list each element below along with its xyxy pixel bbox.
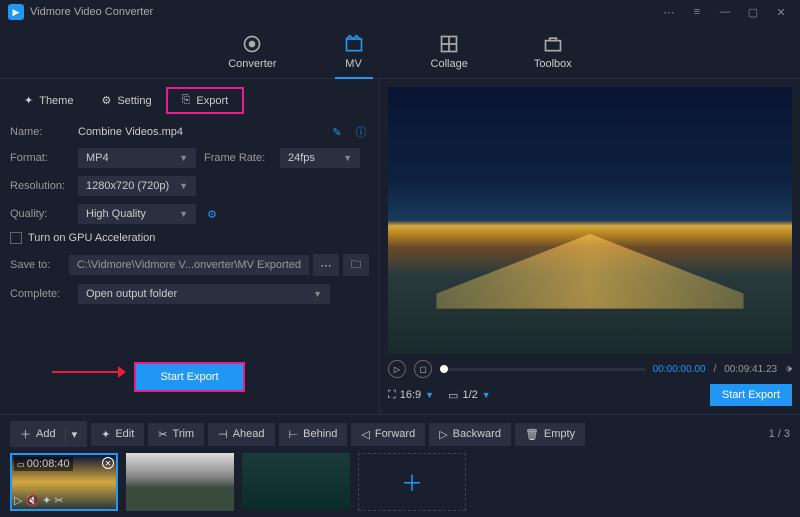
nav-converter[interactable]: Converter xyxy=(220,30,284,78)
close-button[interactable]: ✕ xyxy=(770,3,792,21)
play-button[interactable]: ▷ xyxy=(388,360,406,378)
clip-edit-icon[interactable]: ✦ xyxy=(42,494,51,507)
titlebar: ▶ Vidmore Video Converter ⋯ ≡ — ▢ ✕ xyxy=(0,0,800,24)
preview-panel: ▷ ▢ 00:00:00.00/00:09:41.23 🕩 ⛶16:9▼ ▭1/… xyxy=(380,79,800,414)
volume-icon[interactable]: 🕩 xyxy=(785,363,792,376)
chevron-down-icon: ▼ xyxy=(179,153,188,163)
mv-icon xyxy=(343,34,365,54)
nav-mv[interactable]: MV xyxy=(335,30,373,78)
backward-icon: ▷ xyxy=(439,428,447,441)
video-preview xyxy=(388,87,792,354)
complete-select[interactable]: Open output folder▼ xyxy=(78,284,330,304)
timeline-panel: ＋Add▾ ✦Edit ✂Trim ⊣Ahead ⊢Behind ◁Forwar… xyxy=(0,414,800,517)
zoom-select[interactable]: ▭1/2▼ xyxy=(448,389,491,402)
quality-select[interactable]: High Quality▼ xyxy=(78,204,196,224)
clip-mute-icon[interactable]: 🔇 xyxy=(25,494,39,507)
clip-thumbnail-1[interactable]: ▭ 00:08:40 ✕ ▷ 🔇 ✦ ✂ xyxy=(10,453,118,511)
progress-handle[interactable] xyxy=(440,365,448,373)
name-label: Name: xyxy=(10,126,70,138)
tab-theme[interactable]: ✦ Theme xyxy=(10,87,87,114)
open-folder-button[interactable]: 🗀 xyxy=(343,254,369,276)
complete-label: Complete: xyxy=(10,288,70,300)
trim-button[interactable]: ✂Trim xyxy=(148,423,204,446)
clip-close-icon[interactable]: ✕ xyxy=(102,457,114,469)
progress-bar[interactable] xyxy=(440,368,645,371)
menu-icon[interactable]: ≡ xyxy=(686,3,708,21)
tab-export[interactable]: ⎘ Export xyxy=(166,87,245,114)
folder-icon: 🗀 xyxy=(351,256,362,275)
info-icon[interactable]: ⓘ xyxy=(353,124,369,140)
time-current: 00:00:00.00 xyxy=(653,364,706,375)
minimize-button[interactable]: — xyxy=(714,3,736,21)
behind-icon: ⊢ xyxy=(289,428,299,441)
clip-duration: ▭ 00:08:40 xyxy=(14,457,73,471)
resolution-select[interactable]: 1280x720 (720p)▼ xyxy=(78,176,196,196)
ahead-button[interactable]: ⊣Ahead xyxy=(208,423,274,446)
app-logo: ▶ xyxy=(8,4,24,20)
chevron-down-icon: ▼ xyxy=(482,390,491,400)
clip-thumbnail-2[interactable] xyxy=(126,453,234,511)
chevron-down-icon: ▾ xyxy=(65,428,78,441)
clip-thumbnail-3[interactable] xyxy=(242,453,350,511)
settings-panel: ✦ Theme ⚙ Setting ⎘ Export Name: Combine… xyxy=(0,79,380,414)
backward-button[interactable]: ▷Backward xyxy=(429,423,511,446)
converter-icon xyxy=(241,34,263,54)
quality-gear-icon[interactable]: ⚙ xyxy=(204,206,220,222)
arrow-head xyxy=(118,366,126,378)
framerate-select[interactable]: 24fps▼ xyxy=(280,148,360,168)
tab-setting[interactable]: ⚙ Setting xyxy=(87,87,165,114)
chevron-down-icon: ▼ xyxy=(343,153,352,163)
saveto-label: Save to: xyxy=(10,259,61,271)
plus-icon: ＋ xyxy=(20,426,31,442)
ahead-icon: ⊣ xyxy=(218,428,228,441)
chevron-down-icon: ▼ xyxy=(179,181,188,191)
app-title: Vidmore Video Converter xyxy=(30,6,153,18)
stop-button[interactable]: ▢ xyxy=(414,360,432,378)
chevron-down-icon: ▼ xyxy=(425,390,434,400)
time-total: 00:09:41.23 xyxy=(724,364,777,375)
trash-icon: 🗑 xyxy=(525,428,539,441)
maximize-button[interactable]: ▢ xyxy=(742,3,764,21)
aspect-ratio-select[interactable]: ⛶16:9▼ xyxy=(388,389,434,402)
gpu-checkbox[interactable] xyxy=(10,232,22,244)
scissors-icon: ✂ xyxy=(158,428,167,441)
edit-button[interactable]: ✦Edit xyxy=(91,423,144,446)
empty-button[interactable]: 🗑Empty xyxy=(515,423,585,446)
forward-icon: ◁ xyxy=(361,428,369,441)
name-value: Combine Videos.mp4 xyxy=(78,126,321,138)
main-nav: Converter MV Collage Toolbox xyxy=(0,24,800,79)
toolbox-icon xyxy=(542,34,564,54)
format-select[interactable]: MP4▼ xyxy=(78,148,196,168)
theme-icon: ✦ xyxy=(24,94,33,107)
page-indicator: 1 / 3 xyxy=(769,428,790,440)
saveto-path: C:\Vidmore\Vidmore V...onverter\MV Expor… xyxy=(69,255,309,275)
quality-label: Quality: xyxy=(10,208,70,220)
zoom-icon: ▭ xyxy=(448,389,458,402)
start-export-button[interactable]: Start Export xyxy=(134,362,244,392)
nav-toolbox[interactable]: Toolbox xyxy=(526,30,580,78)
path-more-button[interactable]: ⋯ xyxy=(313,254,339,276)
format-label: Format: xyxy=(10,152,70,164)
gpu-label: Turn on GPU Acceleration xyxy=(28,232,155,244)
start-export-button-right[interactable]: Start Export xyxy=(710,384,792,406)
nav-collage[interactable]: Collage xyxy=(423,30,476,78)
message-icon[interactable]: ⋯ xyxy=(658,3,680,21)
gear-icon: ⚙ xyxy=(101,94,111,107)
resolution-label: Resolution: xyxy=(10,180,70,192)
behind-button[interactable]: ⊢Behind xyxy=(279,423,348,446)
collage-icon xyxy=(438,34,460,54)
arrow-annotation xyxy=(52,371,122,373)
add-button[interactable]: ＋Add▾ xyxy=(10,421,87,447)
add-clip-button[interactable]: ＋ xyxy=(358,453,466,511)
export-icon: ⎘ xyxy=(182,94,191,107)
forward-button[interactable]: ◁Forward xyxy=(351,423,425,446)
chevron-down-icon: ▼ xyxy=(179,209,188,219)
edit-name-icon[interactable]: ✎ xyxy=(329,124,345,140)
wand-icon: ✦ xyxy=(101,428,110,441)
clip-play-icon[interactable]: ▷ xyxy=(14,494,22,507)
framerate-label: Frame Rate: xyxy=(204,152,272,164)
aspect-icon: ⛶ xyxy=(388,389,396,402)
clip-trim-icon[interactable]: ✂ xyxy=(54,494,63,507)
chevron-down-icon: ▼ xyxy=(313,289,322,299)
